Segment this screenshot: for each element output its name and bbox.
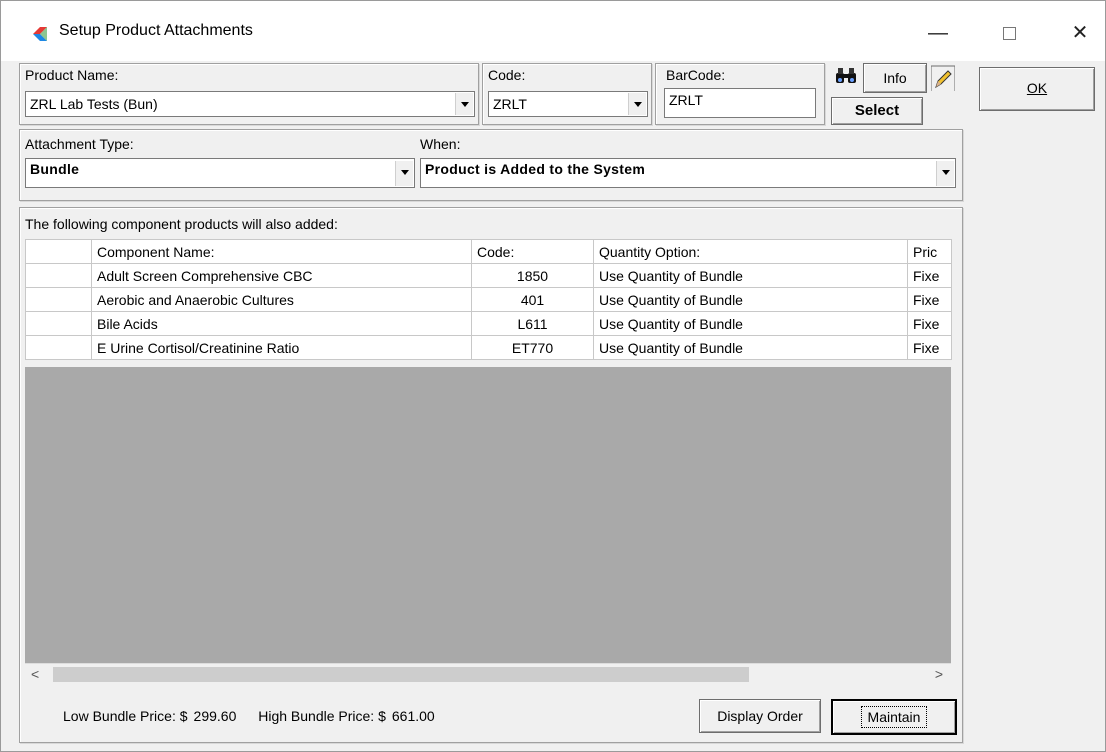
close-button[interactable]: ✕ (1057, 15, 1103, 51)
price-cell: Fixe (907, 263, 952, 288)
setup-product-attachments-window: Setup Product Attachments — ✕ Product Na… (0, 0, 1106, 752)
minimize-button[interactable]: — (915, 15, 961, 51)
quantity-option-cell: Use Quantity of Bundle (593, 287, 908, 312)
barcode-label: BarCode: (666, 67, 726, 83)
scrollbar-thumb[interactable] (53, 667, 749, 682)
code-combo[interactable]: ZRLT (488, 91, 648, 117)
maintain-button[interactable]: Maintain (831, 699, 957, 735)
attachment-panel: Attachment Type: Bundle When: Product is… (19, 129, 963, 201)
chevron-down-icon[interactable] (455, 93, 473, 115)
code-value: ZRLT (493, 96, 527, 112)
column-header-component-name[interactable]: Component Name: (91, 239, 472, 264)
when-value: Product is Added to the System (425, 161, 646, 177)
display-order-label: Display Order (717, 708, 803, 724)
code-cell: 401 (471, 287, 594, 312)
column-header-indicator[interactable] (25, 239, 92, 264)
maximize-icon (1002, 27, 1016, 41)
column-header-code[interactable]: Code: (471, 239, 594, 264)
code-cell: L611 (471, 311, 594, 336)
product-tools: Info Select (827, 63, 967, 127)
ok-button[interactable]: OK (979, 67, 1095, 111)
ok-button-label: OK (1026, 80, 1048, 96)
barcode-value: ZRLT (669, 92, 703, 108)
row-indicator[interactable] (25, 311, 92, 336)
product-name-label: Product Name: (25, 67, 119, 83)
barcode-panel: BarCode: ZRLT (655, 63, 825, 125)
high-price-value: 661.00 (391, 708, 435, 724)
table-row[interactable]: Aerobic and Anaerobic Cultures 401 Use Q… (25, 287, 952, 312)
chevron-down-icon[interactable] (395, 161, 413, 186)
component-name-cell: Bile Acids (91, 311, 472, 336)
product-name-value: ZRL Lab Tests (Bun) (30, 96, 158, 112)
table-row[interactable]: Bile Acids L611 Use Quantity of Bundle F… (25, 311, 952, 336)
app-logo-icon (33, 27, 47, 41)
component-name-cell: Adult Screen Comprehensive CBC (91, 263, 472, 288)
low-price-value: 299.60 (193, 708, 237, 724)
quantity-option-cell: Use Quantity of Bundle (593, 311, 908, 336)
code-label: Code: (488, 67, 526, 83)
pencil-icon[interactable] (931, 65, 955, 91)
scroll-right-icon[interactable]: > (935, 666, 943, 682)
bundle-price-summary: Low Bundle Price: $ 299.60 High Bundle Pr… (63, 708, 441, 724)
binoculars-icon[interactable] (835, 67, 857, 85)
maintain-label: Maintain (860, 706, 928, 728)
code-panel: Code: ZRLT (482, 63, 652, 125)
price-cell: Fixe (907, 287, 952, 312)
table-header-row: Component Name: Code: Quantity Option: P… (25, 239, 952, 264)
grid-empty-area (25, 367, 951, 663)
component-name-cell: Aerobic and Anaerobic Cultures (91, 287, 472, 312)
display-order-button[interactable]: Display Order (699, 699, 821, 733)
quantity-option-cell: Use Quantity of Bundle (593, 335, 908, 360)
components-table: Component Name: Code: Quantity Option: P… (25, 239, 952, 360)
row-indicator[interactable] (25, 335, 92, 360)
barcode-input[interactable]: ZRLT (664, 88, 816, 118)
attachment-type-combo[interactable]: Bundle (25, 158, 415, 188)
code-cell: 1850 (471, 263, 594, 288)
component-name-cell: E Urine Cortisol/Creatinine Ratio (91, 335, 472, 360)
when-combo[interactable]: Product is Added to the System (420, 158, 956, 188)
attachment-type-label: Attachment Type: (25, 136, 134, 152)
table-row[interactable]: Adult Screen Comprehensive CBC 1850 Use … (25, 263, 952, 288)
product-name-combo[interactable]: ZRL Lab Tests (Bun) (25, 91, 475, 117)
window-title: Setup Product Attachments (59, 22, 253, 39)
row-indicator[interactable] (25, 263, 92, 288)
title-bar: Setup Product Attachments — ✕ (1, 1, 1105, 61)
scroll-left-icon[interactable]: < (31, 666, 39, 682)
low-price-label: Low Bundle Price: $ (63, 708, 188, 724)
code-cell: ET770 (471, 335, 594, 360)
info-button[interactable]: Info (863, 63, 927, 93)
column-header-price[interactable]: Pric (907, 239, 952, 264)
chevron-down-icon[interactable] (628, 93, 646, 115)
maximize-button[interactable] (986, 15, 1032, 51)
quantity-option-cell: Use Quantity of Bundle (593, 263, 908, 288)
column-header-quantity-option[interactable]: Quantity Option: (593, 239, 908, 264)
product-panel: Product Name: ZRL Lab Tests (Bun) (19, 63, 479, 125)
table-row[interactable]: E Urine Cortisol/Creatinine Ratio ET770 … (25, 335, 952, 360)
attachment-type-value: Bundle (30, 161, 80, 177)
high-price-label: High Bundle Price: $ (258, 708, 386, 724)
grid-caption: The following component products will al… (25, 216, 338, 232)
when-label: When: (420, 136, 461, 152)
select-button[interactable]: Select (831, 97, 923, 125)
price-cell: Fixe (907, 335, 952, 360)
price-cell: Fixe (907, 311, 952, 336)
row-indicator[interactable] (25, 287, 92, 312)
chevron-down-icon[interactable] (936, 161, 954, 186)
horizontal-scrollbar[interactable]: < > (25, 663, 951, 685)
